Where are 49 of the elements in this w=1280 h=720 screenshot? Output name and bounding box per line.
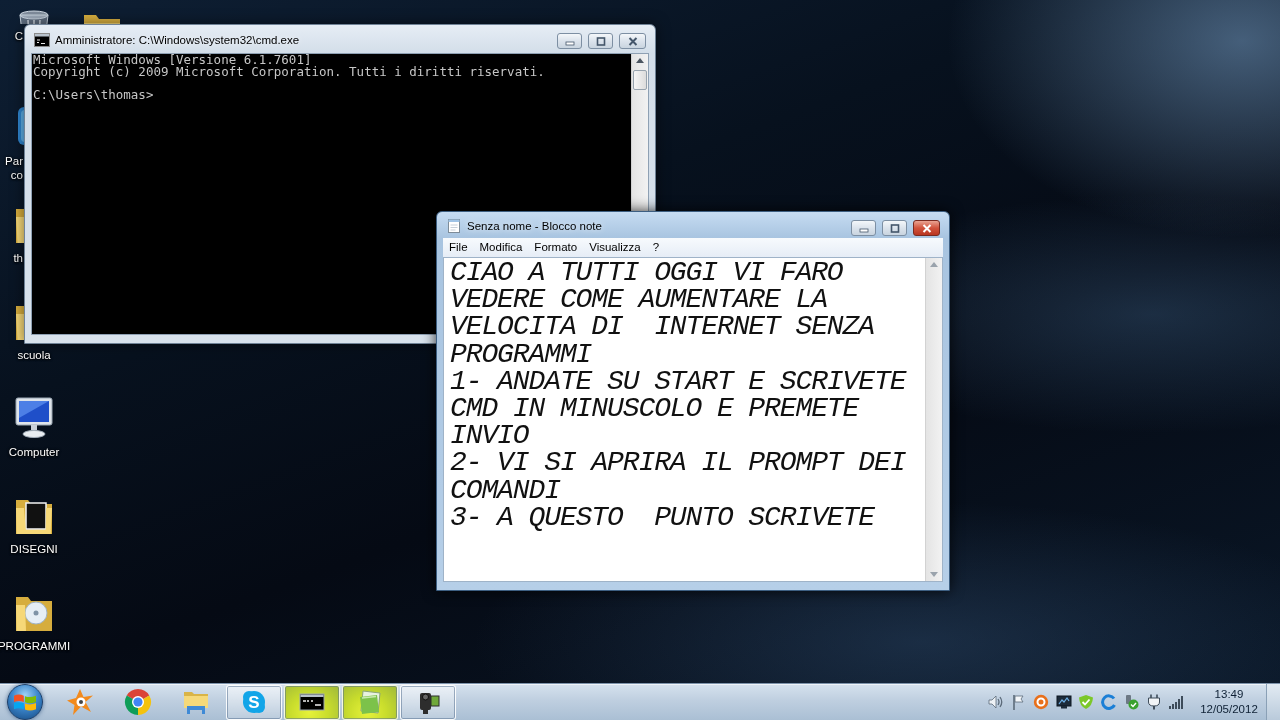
console-output[interactable]: Microsoft Windows [Versione 6.1.7601] Copyright (c) 2009 Microsoft Corporation. Tutti i diritti riservati. C:\Users\thomas> [33, 54, 545, 100]
console-icon [34, 33, 50, 47]
ring-icon[interactable] [1033, 694, 1049, 710]
letter-bubble-icon: S [240, 688, 268, 716]
speaker-icon[interactable] [988, 694, 1004, 710]
signal-bars-icon[interactable] [1168, 694, 1184, 710]
four-pane-flag-icon [14, 692, 36, 712]
close-icon [627, 36, 638, 46]
taskbar-button[interactable] [284, 684, 340, 720]
up-arrow-icon [930, 262, 938, 267]
clock-time: 13:49 [1214, 687, 1244, 702]
maximize-button[interactable] [588, 33, 613, 49]
close-button[interactable] [619, 33, 646, 49]
close-button[interactable] [913, 220, 940, 236]
up-arrow-icon[interactable] [636, 58, 644, 63]
starburst-icon [66, 688, 94, 716]
icon-label[interactable]: Par co [0, 154, 23, 182]
clock-date: 12/05/2012 [1200, 702, 1258, 717]
menu-item[interactable]: ? [646, 238, 666, 257]
icon-label[interactable]: C [0, 29, 23, 43]
icon-label[interactable]: th [0, 251, 23, 265]
maximize-icon [889, 223, 900, 233]
menu-item[interactable]: Modifica [473, 238, 529, 257]
taskbar-button[interactable] [400, 684, 456, 720]
window-title: Senza nome - Blocco note [467, 219, 602, 233]
computer-icon[interactable] [13, 394, 55, 440]
maximize-button[interactable] [882, 220, 907, 236]
scrollbar[interactable] [925, 258, 942, 581]
flag-icon[interactable] [1010, 694, 1027, 710]
icon-label[interactable]: DISEGNI [10, 542, 58, 556]
maximize-icon [595, 36, 606, 46]
start-button[interactable] [7, 684, 43, 720]
menu-item[interactable]: Visualizza [583, 238, 647, 257]
menu-item[interactable]: File [443, 238, 474, 257]
show-desktop-button[interactable] [1266, 683, 1280, 720]
minimize-button[interactable] [851, 220, 876, 236]
icon-label[interactable]: Computer [8, 445, 60, 459]
plug-icon[interactable] [1145, 694, 1162, 710]
plug-check-icon[interactable] [1123, 694, 1139, 710]
down-arrow-icon [930, 572, 938, 577]
icon-label[interactable]: scuola [17, 348, 51, 362]
scroll-thumb[interactable] [633, 70, 647, 90]
menu-item[interactable]: Formato [528, 238, 584, 257]
segmented-circle-icon [124, 688, 152, 716]
minimize-button[interactable] [557, 33, 582, 49]
notepad-icon [446, 219, 462, 233]
window-title: Amministratore: C:\Windows\system32\cmd.exe [55, 33, 300, 47]
monitor-icon[interactable] [1055, 694, 1072, 710]
close-icon [921, 223, 932, 233]
